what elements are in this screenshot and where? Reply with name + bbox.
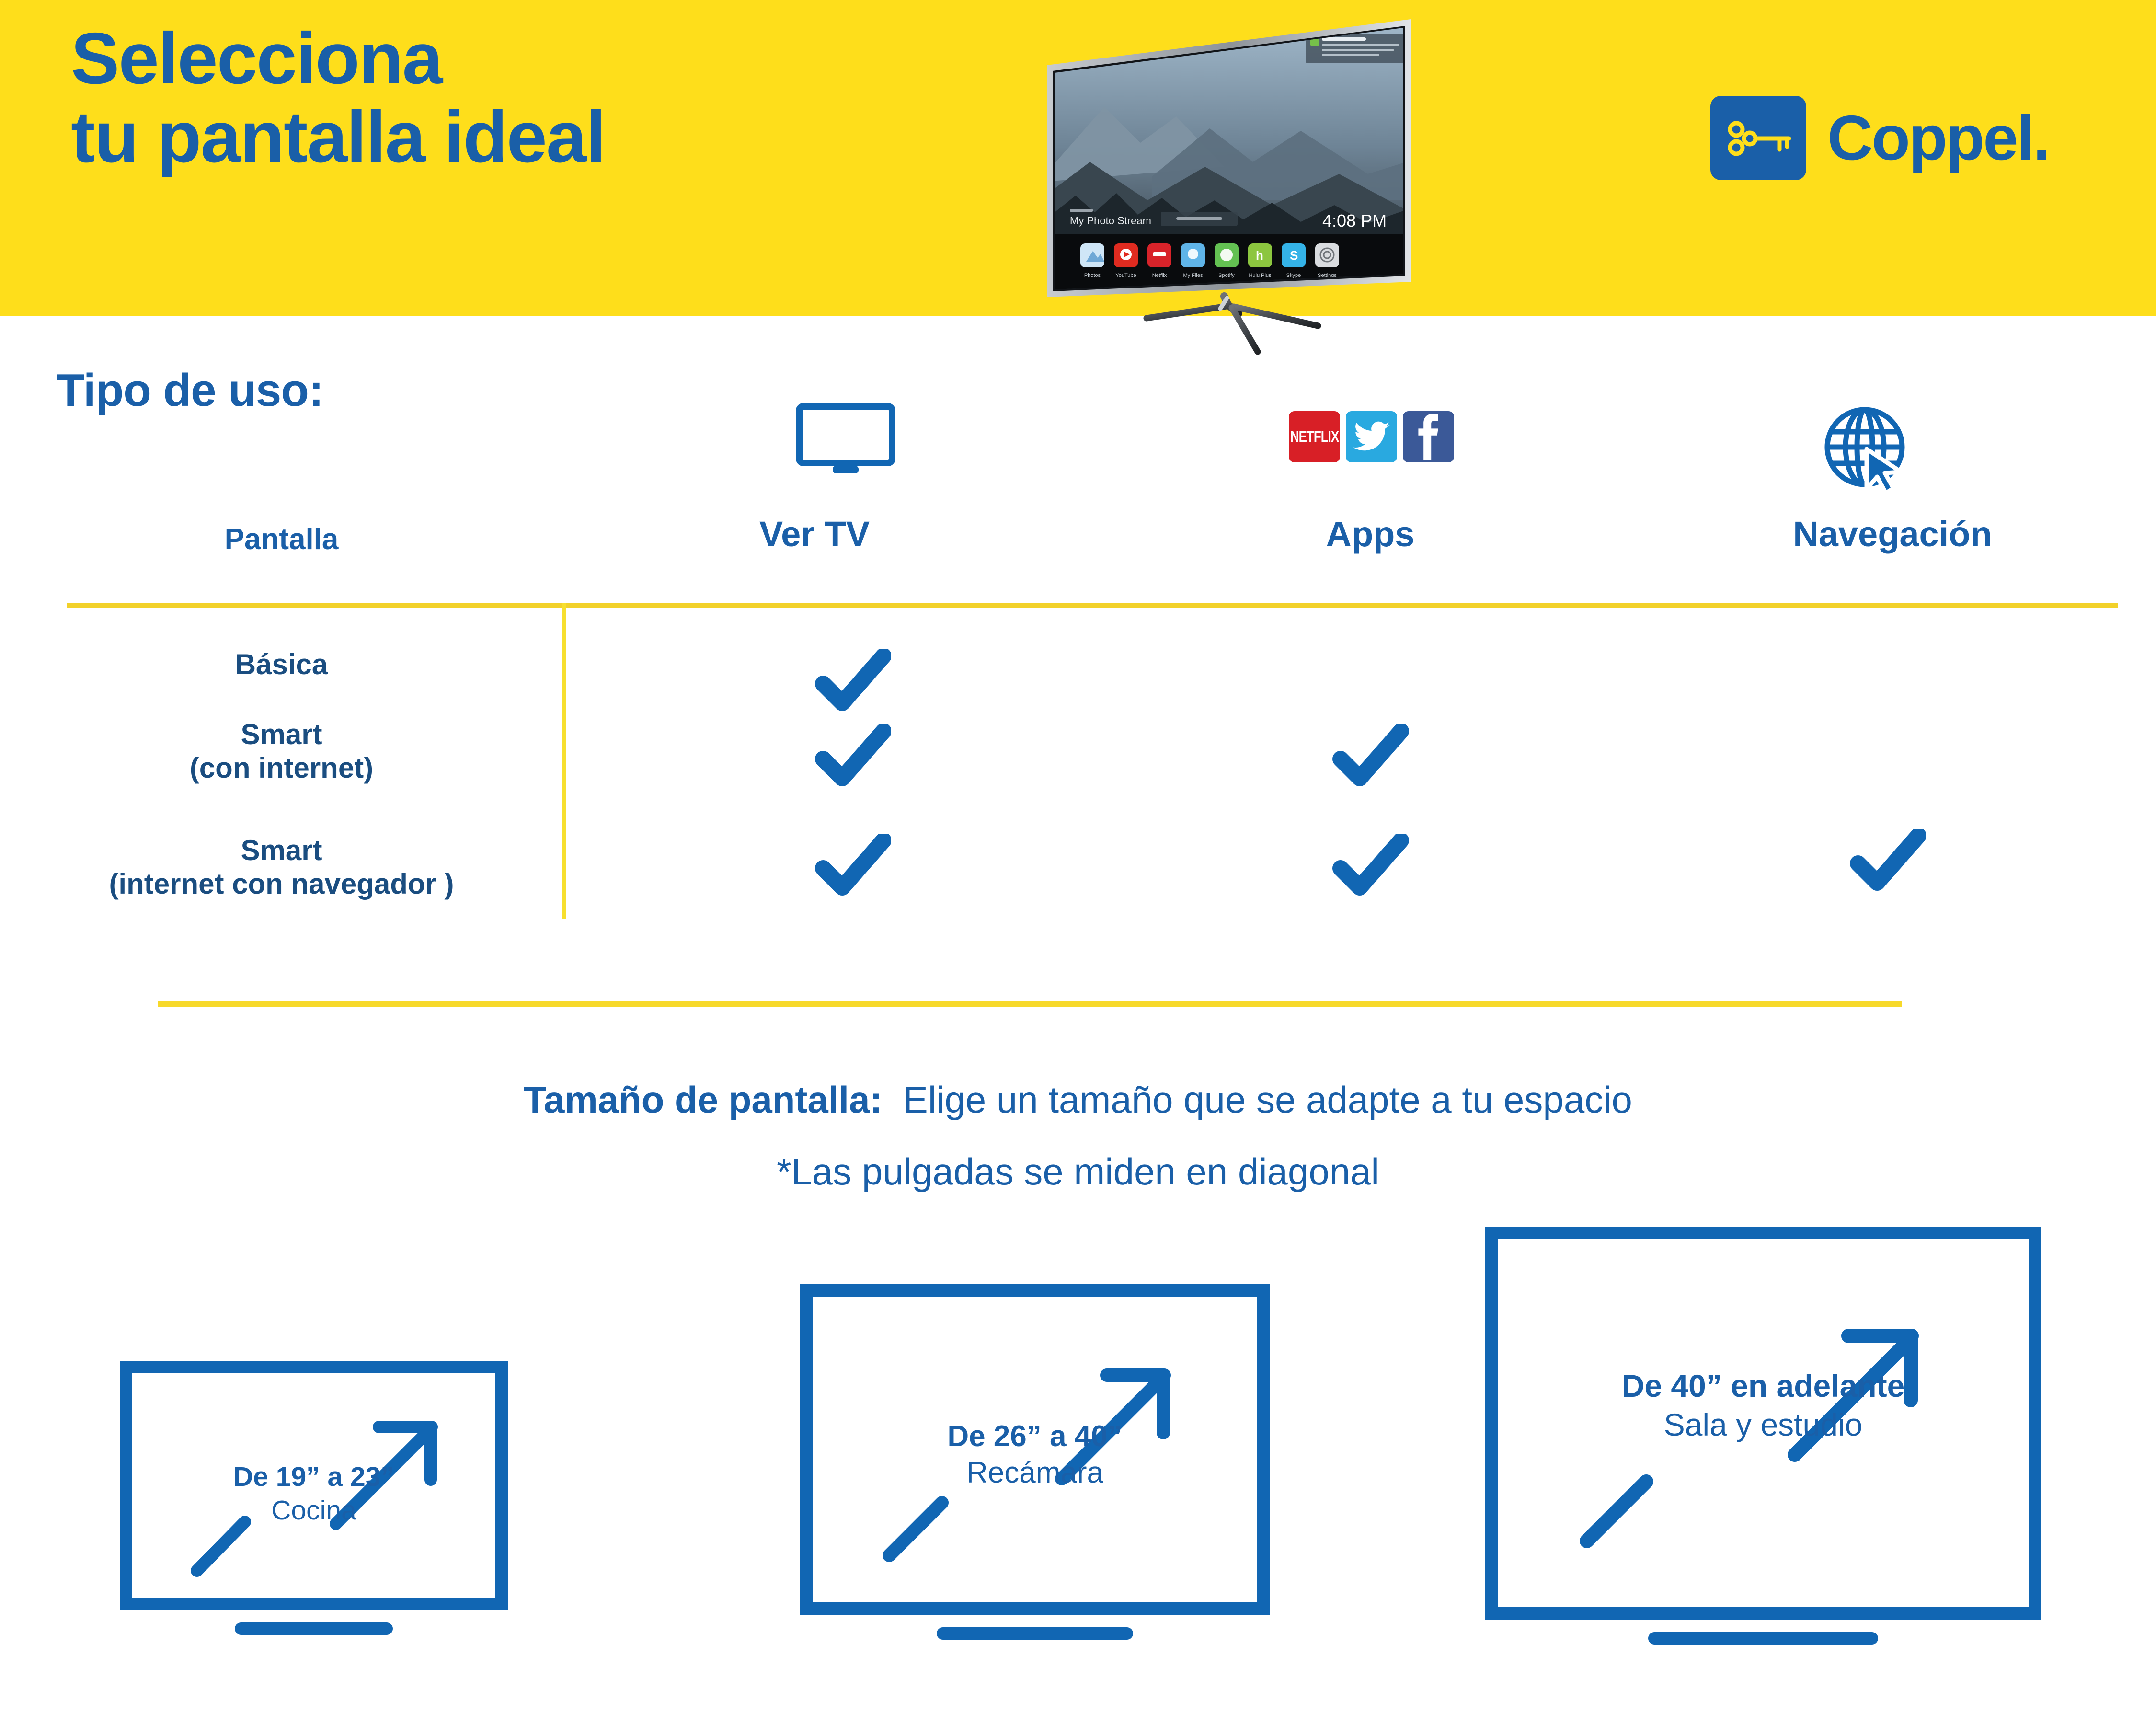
coppel-logo-mark <box>1710 96 1806 180</box>
svg-text:Skype: Skype <box>1286 273 1301 278</box>
tv-size-box-small: De 19” a 23” Cocina <box>120 1361 508 1635</box>
page-title: Selecciona tu pantalla ideal <box>71 18 606 178</box>
tv-size-caption: De 26” a 40” Recámara <box>813 1418 1257 1491</box>
check-icon <box>1332 834 1409 896</box>
tv-size-box-large: De 40” en adelante Sala y estudio <box>1485 1227 2041 1644</box>
netflix-label: NETFLIX <box>1290 427 1339 446</box>
monitor-icon <box>795 402 896 482</box>
twitter-icon <box>1346 411 1397 462</box>
key-icon <box>1728 121 1791 156</box>
svg-text:YouTube: YouTube <box>1115 273 1136 278</box>
tv-screen-outline: De 26” a 40” Recámara <box>800 1284 1270 1615</box>
size-section-note: *Las pulgadas se miden en diagonal <box>777 1150 1379 1193</box>
size-heading-bold: Tamaño de pantalla: <box>524 1079 883 1121</box>
column-header-navegacion: Navegación <box>1793 514 1992 554</box>
tv-size-room: Cocina <box>271 1495 356 1526</box>
usage-section-title: Tipo de uso: <box>57 365 324 416</box>
globe-cursor-icon <box>1821 405 1916 498</box>
check-icon <box>1849 829 1926 891</box>
infographic-page: Selecciona tu pantalla ideal My Photo St… <box>0 0 2156 1725</box>
tv-size-room: Recámara <box>966 1456 1103 1489</box>
svg-text:Netflix: Netflix <box>1152 273 1167 278</box>
tv-size-caption: De 19” a 23” Cocina <box>132 1460 495 1527</box>
svg-text:Photos: Photos <box>1084 273 1101 278</box>
coppel-logo: Coppel. <box>1710 96 2051 180</box>
section-divider <box>158 1001 1902 1007</box>
svg-text:Hulu Plus: Hulu Plus <box>1249 273 1272 278</box>
tv-stand <box>235 1622 393 1635</box>
check-icon <box>1332 724 1409 787</box>
svg-text:4:08 PM: 4:08 PM <box>1322 211 1387 230</box>
check-icon <box>814 649 891 712</box>
tv-stand <box>1648 1632 1878 1644</box>
tv-size-range: De 26” a 40” <box>947 1420 1123 1453</box>
size-section-heading: Tamaño de pantalla: Elige un tamaño que … <box>0 1078 2156 1122</box>
svg-text:h: h <box>1256 248 1263 263</box>
tv-size-box-medium: De 26” a 40” Recámara <box>800 1284 1270 1640</box>
tv-size-caption: De 40” en adelante Sala y estudio <box>1498 1367 2029 1444</box>
svg-text:My Photo Stream: My Photo Stream <box>1070 215 1151 227</box>
column-header-apps: Apps <box>1326 514 1415 554</box>
check-icon <box>814 724 891 787</box>
size-heading-rest: Elige un tamaño que se adapte a tu espac… <box>903 1079 1632 1121</box>
tv-screen-outline: De 19” a 23” Cocina <box>120 1361 508 1610</box>
coppel-wordmark: Coppel. <box>1827 103 2051 173</box>
tv-size-range: De 19” a 23” <box>233 1461 394 1492</box>
tv-size-room: Sala y estudio <box>1663 1406 1863 1442</box>
tv-stand <box>937 1627 1133 1640</box>
svg-text:Spotify: Spotify <box>1218 273 1235 278</box>
table-top-divider <box>67 603 2118 608</box>
facebook-icon <box>1403 411 1454 462</box>
tv-screen-outline: De 40” en adelante Sala y estudio <box>1485 1227 2041 1620</box>
tv-size-range: De 40” en adelante <box>1621 1368 1905 1403</box>
table-row-label-smart-navegador: Smart (internet con navegador ) <box>109 834 454 900</box>
svg-text:My Files: My Files <box>1183 273 1203 278</box>
netflix-icon: NETFLIX <box>1289 411 1340 462</box>
column-header-pantalla: Pantalla <box>224 523 339 556</box>
svg-text:S: S <box>1290 248 1298 263</box>
table-row-label-smart-internet: Smart (con internet) <box>189 718 374 784</box>
hero-smart-tv-image: My Photo Stream 4:08 PM h S Photos YouTu… <box>1032 9 1425 363</box>
app-tiles-icon: NETFLIX <box>1289 411 1454 462</box>
check-icon <box>814 834 891 896</box>
column-header-ver-tv: Ver TV <box>759 514 870 554</box>
table-row-label-basica: Básica <box>235 648 328 680</box>
